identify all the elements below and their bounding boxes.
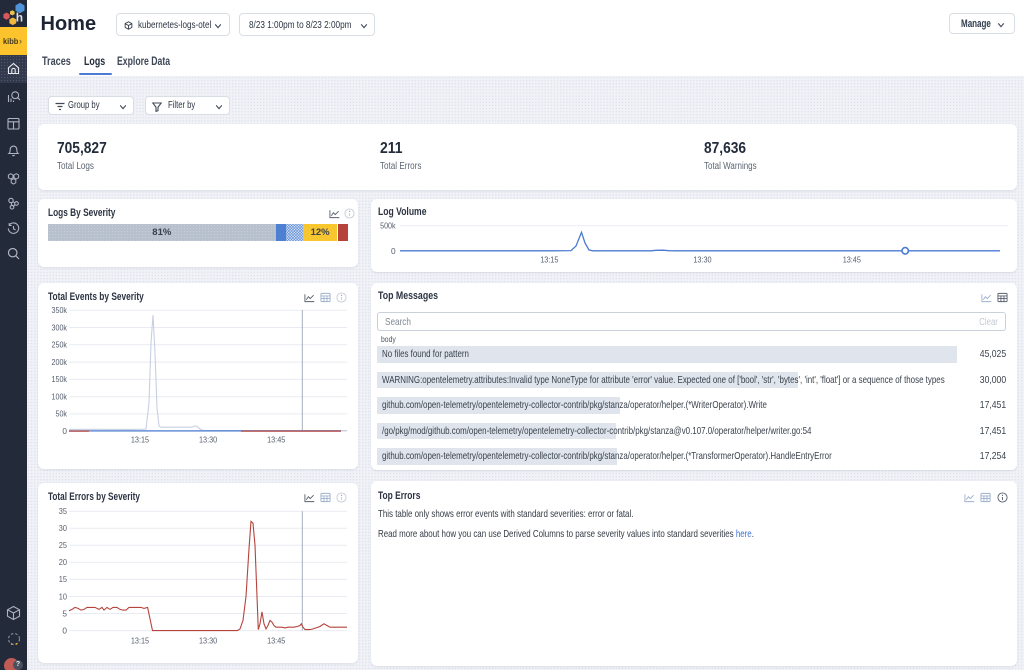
svg-text:50k: 50k xyxy=(56,409,68,419)
svg-text:h: h xyxy=(16,11,23,25)
svg-text:13:45: 13:45 xyxy=(267,635,286,645)
svg-text:500k: 500k xyxy=(380,221,396,231)
svg-text:30: 30 xyxy=(59,523,68,533)
svg-text:13:15: 13:15 xyxy=(131,435,150,445)
svg-text:10: 10 xyxy=(59,591,68,601)
svg-text:0: 0 xyxy=(62,625,67,635)
svg-text:13:45: 13:45 xyxy=(843,255,862,265)
svg-text:5: 5 xyxy=(62,608,67,618)
svg-text:0: 0 xyxy=(391,246,396,256)
svg-text:150k: 150k xyxy=(52,374,68,384)
svg-text:15: 15 xyxy=(59,574,68,584)
svg-text:20: 20 xyxy=(59,557,68,567)
svg-text:13:15: 13:15 xyxy=(540,255,559,265)
svg-text:250k: 250k xyxy=(52,340,68,350)
svg-text:35: 35 xyxy=(59,506,68,516)
svg-text:13:30: 13:30 xyxy=(693,255,712,265)
svg-text:350k: 350k xyxy=(52,305,68,315)
svg-text:25: 25 xyxy=(59,540,68,550)
svg-text:200k: 200k xyxy=(52,357,68,367)
svg-text:13:30: 13:30 xyxy=(199,635,218,645)
svg-text:0: 0 xyxy=(62,426,67,436)
svg-text:13:15: 13:15 xyxy=(131,635,150,645)
svg-text:13:45: 13:45 xyxy=(267,435,286,445)
svg-text:13:30: 13:30 xyxy=(199,435,218,445)
svg-text:100k: 100k xyxy=(52,392,68,402)
svg-text:300k: 300k xyxy=(52,322,68,332)
